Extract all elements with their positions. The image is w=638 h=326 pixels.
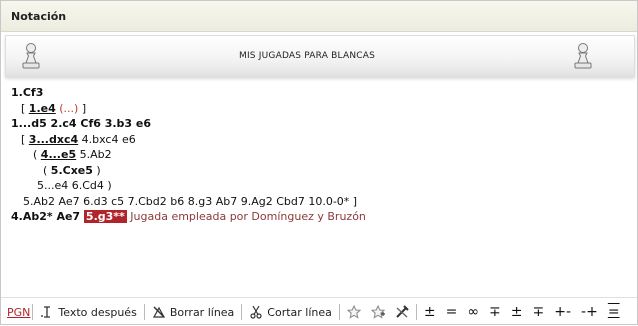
panel-title: Notación <box>1 1 637 32</box>
variation-line: [ 1.e4 (...) ] <box>11 101 626 117</box>
move-line[interactable]: 1.Cf3 <box>11 85 626 101</box>
nag-equal-button[interactable]: = <box>441 304 463 320</box>
variation-line[interactable]: 5...e4 6.Cd4 ) <box>11 178 626 194</box>
paren-open: ( <box>33 148 41 161</box>
variation-line: ( 4...e5 5.Ab2 <box>11 147 626 163</box>
repertoire-header: MIS JUGADAS PARA BLANCAS <box>5 35 635 77</box>
star-icon <box>346 305 361 319</box>
divider <box>338 304 340 320</box>
move-line[interactable]: 1...d5 2.c4 Cf6 3.b3 e6 <box>11 116 626 132</box>
move-continuation[interactable]: 5.Ab2 <box>76 148 112 161</box>
delete-line-button[interactable]: Borrar línea <box>147 305 239 319</box>
nag-black-winning-button[interactable]: -+ <box>576 304 603 320</box>
divider <box>415 304 417 320</box>
paren-open: ( <box>43 163 51 177</box>
current-move[interactable]: 5.g3** <box>83 210 127 223</box>
star-plus-icon <box>370 305 385 319</box>
variation-line: [ 3...dxc4 4.bxc4 e6 <box>11 132 626 148</box>
white-pawn-icon[interactable] <box>20 42 42 70</box>
cut-line-label: Cortar línea <box>267 305 332 319</box>
divider <box>241 304 243 320</box>
move-line[interactable]: 4.Ab2* Ae7 <box>11 210 84 223</box>
tools-icon <box>396 305 409 318</box>
nag-black-better-button[interactable]: ∓ <box>528 304 550 320</box>
tools-button[interactable] <box>390 305 414 319</box>
pgn-link[interactable]: PGN <box>1 306 30 319</box>
text-after-button[interactable]: Texto después <box>35 305 141 319</box>
nag-equal-underline-button[interactable]: = <box>603 304 625 320</box>
variation-line[interactable]: 5.Ab2 Ae7 6.d3 c5 7.Cbd2 b6 8.g3 Ab7 9.A… <box>11 194 626 210</box>
delete-line-label: Borrar línea <box>169 305 235 319</box>
bracket-open: [ <box>21 132 29 146</box>
move-list: 1.Cf3 [ 1.e4 (...) ] 1...d5 2.c4 Cf6 3.b… <box>11 85 626 225</box>
move-comment[interactable]: Jugada empleada por Domínguez y Bruzón <box>127 210 366 223</box>
nag-white-slightly-better-button[interactable]: ± <box>419 304 441 320</box>
nag-white-winning-button[interactable]: +- <box>549 304 576 320</box>
move[interactable]: 4...e5 <box>41 148 76 161</box>
current-line: 4.Ab2* Ae7 5.g3** Jugada empleada por Do… <box>11 209 626 225</box>
favorite-button[interactable] <box>342 305 366 319</box>
paren-close: ) <box>92 163 101 177</box>
move[interactable]: 3...dxc4 <box>29 133 78 146</box>
bracket-close: ] <box>78 101 87 115</box>
notation-toolbar: PGN Texto después Borrar línea Cortar lí… <box>1 297 637 326</box>
divider <box>143 304 145 320</box>
nag-unclear-button[interactable]: ∞ <box>462 304 484 320</box>
white-pawn-icon[interactable] <box>572 42 594 70</box>
move[interactable]: 5.Cxe5 <box>51 164 93 177</box>
text-cursor-icon <box>41 306 51 318</box>
scissors-icon <box>250 305 262 319</box>
move[interactable]: 1.e4 <box>29 102 56 115</box>
collapsed-variation[interactable]: (...) <box>59 102 78 115</box>
text-after-label: Texto después <box>58 305 137 319</box>
move-continuation[interactable]: 4.bxc4 e6 <box>78 133 136 146</box>
bracket-open: [ <box>21 101 29 115</box>
nag-black-slightly-better-button[interactable]: ∓ <box>484 304 506 320</box>
divider <box>32 304 34 320</box>
add-favorite-button[interactable] <box>366 305 390 319</box>
notation-panel: Notación MIS JUGADAS PARA BLANCAS 1.Cf3 … <box>0 0 638 325</box>
variation-line: ( 5.Cxe5 ) <box>11 163 626 179</box>
nag-white-better-button[interactable]: ± <box>506 304 528 320</box>
repertoire-caption: MIS JUGADAS PARA BLANCAS <box>238 51 376 61</box>
cut-line-button[interactable]: Cortar línea <box>244 305 337 319</box>
delete-line-icon <box>152 306 165 318</box>
